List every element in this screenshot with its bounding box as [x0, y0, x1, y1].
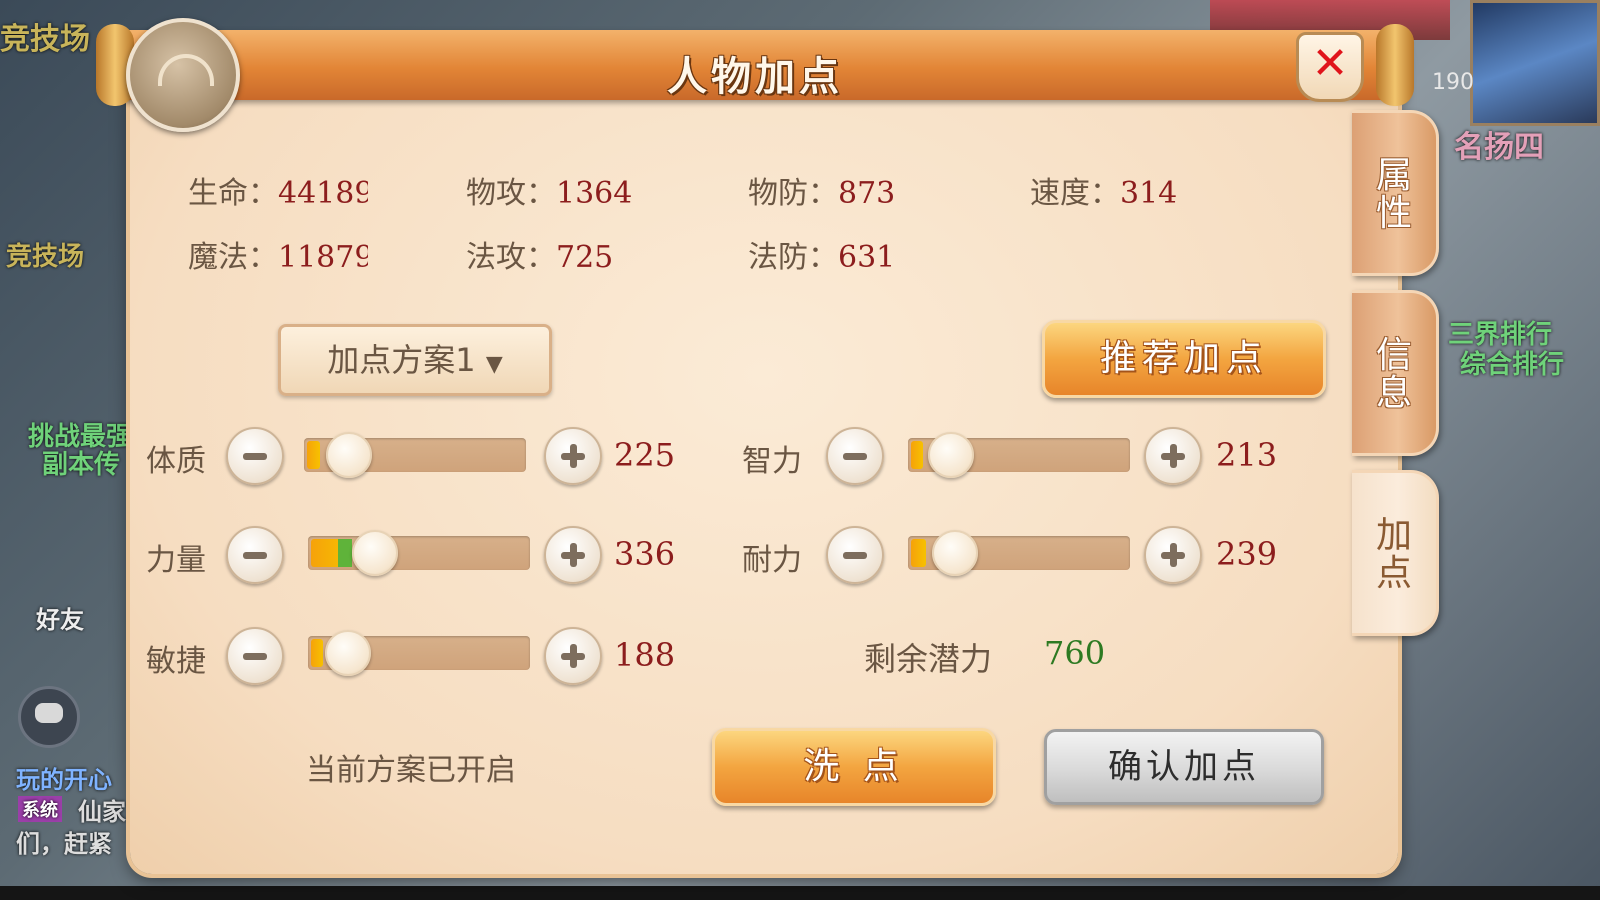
stat-speed-value: 314	[1120, 176, 1178, 211]
tab-attributes-label: 属性	[1375, 155, 1412, 234]
str-slider-fill	[311, 539, 352, 567]
agi-slider-handle[interactable]	[325, 630, 371, 676]
reset-points-button[interactable]: 洗 点	[712, 728, 996, 806]
attr-str-label: 力量	[146, 543, 206, 578]
chevron-down-icon: ▼	[485, 352, 503, 377]
attr-end-value: 239	[1216, 535, 1278, 573]
bg-ranking-label-2: 综合排行	[1460, 350, 1565, 380]
minus-icon	[843, 453, 867, 460]
stat-speed: 速度：314	[1030, 168, 1177, 212]
str-plus-button[interactable]	[544, 526, 602, 584]
stat-speed-label: 速度：	[1030, 176, 1120, 211]
attr-con-value: 225	[614, 436, 676, 474]
bg-chat-line-1: 玩的开心	[16, 766, 112, 794]
dialog-title-bar: 人物加点	[96, 24, 1414, 106]
attr-con-label: 体质	[146, 444, 206, 479]
stat-mp: 魔法：11879	[188, 232, 368, 276]
stat-matk: 法攻：725	[466, 232, 613, 276]
tab-add-points[interactable]: 加点	[1352, 470, 1439, 636]
con-slider-handle[interactable]	[326, 432, 372, 478]
bg-system-tag: 系统	[18, 796, 62, 822]
player-avatar[interactable]	[1470, 0, 1600, 126]
attr-int-value: 213	[1216, 436, 1278, 474]
bg-dungeon-label: 副本传	[42, 450, 121, 480]
stat-patk-label: 物攻：	[466, 176, 556, 211]
end-slider-fill	[911, 539, 926, 567]
scheme-dropdown[interactable]: 加点方案1 ▼	[278, 324, 552, 396]
agi-plus-button[interactable]	[544, 627, 602, 685]
stat-mdef-value: 631	[838, 240, 896, 275]
reset-points-label: 洗 点	[803, 746, 905, 787]
stat-mdef: 法防：631	[748, 232, 895, 276]
tab-add-points-label: 加点	[1375, 515, 1412, 594]
bg-chat-line-3: 们，赶紧	[16, 830, 112, 858]
recommend-points-label: 推荐加点	[1099, 338, 1268, 379]
stat-hp: 生命：44189	[188, 168, 368, 212]
attr-agi-value: 188	[614, 636, 676, 674]
stat-pdef: 物防：873	[748, 168, 895, 212]
chat-bubble-icon[interactable]	[18, 686, 80, 748]
remaining-potential-label: 剩余潜力	[864, 640, 993, 678]
minus-icon	[843, 552, 867, 559]
recommend-points-button[interactable]: 推荐加点	[1042, 320, 1326, 398]
attr-str-value: 336	[614, 535, 676, 573]
stat-patk-value: 1364	[556, 176, 633, 211]
stat-mdef-label: 法防：	[748, 240, 838, 275]
str-slider[interactable]	[308, 530, 530, 576]
stat-hp-label: 生命：	[188, 176, 278, 211]
close-button[interactable]: ✕	[1296, 32, 1364, 102]
tab-attributes[interactable]: 属性	[1352, 110, 1439, 276]
bottom-exp-bar	[0, 886, 1600, 900]
con-slider[interactable]	[304, 432, 526, 478]
agi-minus-button[interactable]	[226, 627, 284, 685]
agi-slider-fill	[311, 639, 323, 667]
int-minus-button[interactable]	[826, 427, 884, 485]
minus-icon	[243, 453, 267, 460]
con-plus-button[interactable]	[544, 427, 602, 485]
cloud-emblem-icon	[126, 18, 240, 132]
attr-agi-label: 敏捷	[146, 644, 206, 679]
minus-icon	[243, 552, 267, 559]
bg-arena-label: 竞技场	[0, 22, 90, 57]
player-level: 190	[1432, 70, 1474, 95]
end-plus-button[interactable]	[1144, 526, 1202, 584]
stat-hp-value: 44189	[278, 176, 368, 211]
bg-fame-label: 名扬四	[1454, 130, 1544, 165]
con-minus-button[interactable]	[226, 427, 284, 485]
agi-slider[interactable]	[308, 630, 530, 676]
bg-arena-label-2: 竞技场	[6, 242, 85, 272]
stat-mp-value: 11879	[278, 240, 368, 275]
remaining-potential-value: 760	[1044, 634, 1106, 672]
stat-matk-value: 725	[556, 240, 614, 275]
con-slider-fill	[307, 441, 320, 469]
stat-pdef-label: 物防：	[748, 176, 838, 211]
stat-pdef-value: 873	[838, 176, 896, 211]
scheme-dropdown-label: 加点方案1	[327, 341, 476, 379]
int-slider-handle[interactable]	[928, 432, 974, 478]
attr-int-label: 智力	[742, 444, 802, 479]
int-slider[interactable]	[908, 432, 1130, 478]
str-minus-button[interactable]	[226, 526, 284, 584]
stat-patk: 物攻：1364	[466, 168, 632, 212]
str-slider-handle[interactable]	[352, 530, 398, 576]
confirm-points-button[interactable]: 确认加点	[1044, 729, 1324, 805]
attr-end-label: 耐力	[742, 543, 802, 578]
end-slider-handle[interactable]	[932, 530, 978, 576]
dialog-title: 人物加点	[667, 54, 843, 100]
stat-mp-label: 魔法：	[188, 240, 278, 275]
bg-chat-line-2: 仙家	[78, 798, 126, 826]
int-plus-button[interactable]	[1144, 427, 1202, 485]
end-minus-button[interactable]	[826, 526, 884, 584]
end-slider[interactable]	[908, 530, 1130, 576]
confirm-points-label: 确认加点	[1108, 747, 1260, 787]
tab-info[interactable]: 信息	[1352, 290, 1439, 456]
scheme-status-text: 当前方案已开启	[306, 753, 516, 788]
bg-friends-label[interactable]: 好友	[36, 600, 84, 635]
int-slider-fill	[911, 441, 923, 469]
minus-icon	[243, 653, 267, 660]
stat-matk-label: 法攻：	[466, 240, 556, 275]
close-x-icon: ✕	[1311, 38, 1349, 89]
tab-info-label: 信息	[1375, 335, 1412, 414]
